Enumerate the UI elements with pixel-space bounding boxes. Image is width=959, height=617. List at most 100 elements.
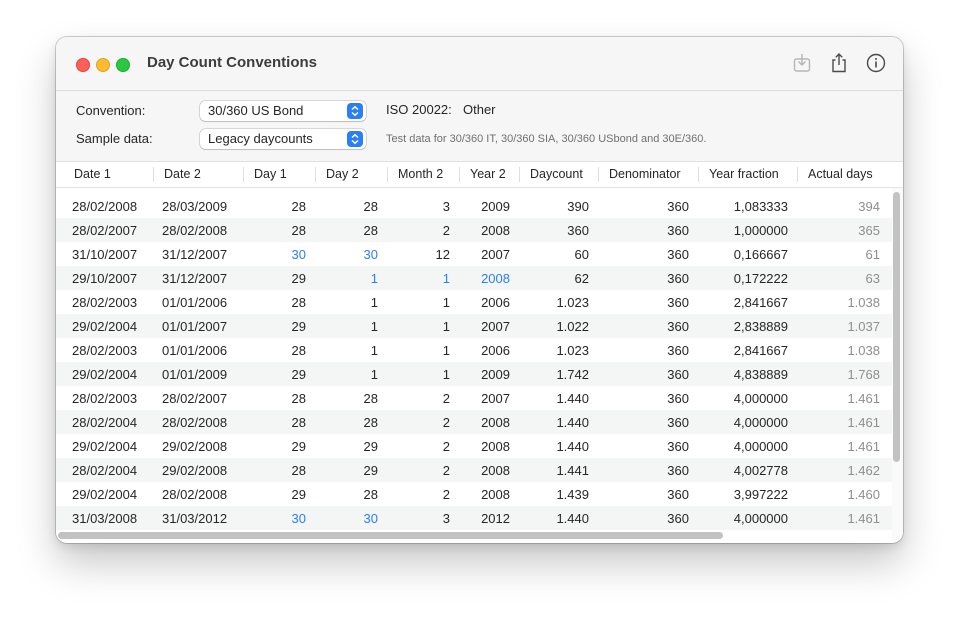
table-row[interactable]: 28/02/2004 29/02/2008 28 29 2 2008 1.441 360 4,0…: [56, 458, 892, 482]
cell-daycount: 60: [574, 247, 589, 262]
cell-month2: 1: [442, 295, 450, 310]
convention-popup[interactable]: 30/360 US Bond: [200, 101, 366, 121]
cell-month2: 1: [442, 271, 450, 286]
cell-day2: 28: [363, 391, 378, 406]
cell-denominator: 360: [667, 319, 689, 334]
column-header-yearfrac[interactable]: Year fraction: [709, 167, 779, 181]
cell-day1: 28: [291, 391, 306, 406]
cell-yearfrac: 4,000000: [733, 391, 788, 406]
column-divider[interactable]: [387, 167, 388, 182]
cell-year2: 2008: [481, 463, 510, 478]
column-header-daycount[interactable]: Daycount: [530, 167, 583, 181]
cell-day1: 28: [291, 415, 306, 430]
table-row[interactable]: 28/02/2003 01/01/2006 28 1 1 2006 1.023 360 2,84…: [56, 338, 892, 362]
close-button[interactable]: [76, 58, 90, 72]
cell-date1: 28/02/2007: [72, 223, 138, 238]
cell-date1: 28/02/2003: [72, 295, 138, 310]
column-header-day1[interactable]: Day 1: [254, 167, 287, 181]
cell-year2: 2008: [481, 271, 510, 286]
share-icon[interactable]: [827, 51, 851, 75]
cell-year2: 2007: [481, 391, 510, 406]
cell-day1: 29: [291, 271, 306, 286]
column-divider[interactable]: [797, 167, 798, 182]
cell-daycount: 390: [567, 199, 589, 214]
vertical-scrollbar[interactable]: [893, 192, 900, 462]
column-divider[interactable]: [598, 167, 599, 182]
cell-denominator: 360: [667, 415, 689, 430]
column-header-actual[interactable]: Actual days: [808, 167, 873, 181]
table-row[interactable]: 29/02/2004 29/02/2008 29 29 2 2008 1.440 360 4,0…: [56, 434, 892, 458]
window-title: Day Count Conventions: [147, 54, 318, 71]
cell-yearfrac: 3,997222: [733, 487, 788, 502]
cell-month2: 2: [442, 223, 450, 238]
table-row[interactable]: 29/02/2004 01/01/2009 29 1 1 2009 1.742 360 4,83…: [56, 362, 892, 386]
cell-day1: 28: [291, 199, 306, 214]
column-header-date2[interactable]: Date 2: [164, 167, 201, 181]
column-header-denominator[interactable]: Denominator: [609, 167, 681, 181]
cell-date2: 01/01/2006: [162, 343, 228, 358]
cell-yearfrac: 4,000000: [733, 415, 788, 430]
table-row[interactable]: 28/02/2003 01/01/2006 28 1 1 2006 1.023 360 2,84…: [56, 290, 892, 314]
cell-day2: 28: [363, 223, 378, 238]
cell-date1: 29/02/2004: [72, 367, 138, 382]
cell-actual: 1.461: [847, 439, 880, 454]
cell-day2: 1: [370, 271, 378, 286]
cell-day2: 30: [363, 247, 378, 262]
table-row[interactable]: 29/10/2007 31/12/2007 29 1 1 2008 62 360 0,17222…: [56, 266, 892, 290]
column-header-month2[interactable]: Month 2: [398, 167, 443, 181]
sample-data-value: Legacy daycounts: [208, 131, 313, 146]
cell-date2: 01/01/2009: [162, 367, 228, 382]
cell-day2: 28: [363, 199, 378, 214]
table-row[interactable]: 28/02/2008 28/03/2009 28 28 3 2009 390 360 1,083…: [56, 194, 892, 218]
table-row[interactable]: 31/10/2007 31/12/2007 30 30 12 2007 60 360 0,166…: [56, 242, 892, 266]
cell-day1: 29: [291, 319, 306, 334]
cell-yearfrac: 2,841667: [733, 295, 788, 310]
table-row[interactable]: 29/02/2004 28/02/2008 29 28 2 2008 1.439 360 3,9…: [56, 482, 892, 506]
info-icon[interactable]: [864, 51, 888, 75]
controls-panel: Convention: 30/360 US Bond ISO 20022: Ot…: [56, 91, 903, 162]
table-row[interactable]: 31/03/2008 31/03/2012 30 30 3 2012 1.440 360 4,0…: [56, 506, 892, 530]
cell-date2: 31/12/2007: [162, 247, 228, 262]
cell-day1: 28: [291, 343, 306, 358]
column-header-day2[interactable]: Day 2: [326, 167, 359, 181]
cell-daycount: 1.022: [556, 319, 589, 334]
convention-label: Convention:: [76, 103, 146, 118]
cell-daycount: 1.439: [556, 487, 589, 502]
cell-year2: 2012: [481, 511, 510, 526]
column-header-date1[interactable]: Date 1: [74, 167, 111, 181]
column-divider[interactable]: [315, 167, 316, 182]
zoom-button[interactable]: [116, 58, 130, 72]
sample-data-hint: Test data for 30/360 IT, 30/360 SIA, 30/…: [386, 133, 707, 145]
column-header-year2[interactable]: Year 2: [470, 167, 506, 181]
table-row[interactable]: 29/02/2004 01/01/2007 29 1 1 2007 1.022 360 2,83…: [56, 314, 892, 338]
minimize-button[interactable]: [96, 58, 110, 72]
table-row[interactable]: 28/02/2003 28/02/2007 28 28 2 2007 1.440 360 4,0…: [56, 386, 892, 410]
cell-date2: 01/01/2007: [162, 319, 228, 334]
sample-data-popup[interactable]: Legacy daycounts: [200, 129, 366, 149]
cell-year2: 2009: [481, 199, 510, 214]
cell-year2: 2009: [481, 367, 510, 382]
column-divider[interactable]: [459, 167, 460, 182]
cell-yearfrac: 4,838889: [733, 367, 788, 382]
cell-denominator: 360: [667, 223, 689, 238]
cell-month2: 2: [442, 391, 450, 406]
sample-data-label: Sample data:: [76, 131, 153, 146]
table-row[interactable]: 28/02/2004 28/02/2008 28 28 2 2008 1.440 360 4,0…: [56, 410, 892, 434]
column-divider[interactable]: [153, 167, 154, 182]
horizontal-scrollbar[interactable]: [58, 532, 723, 539]
download-icon[interactable]: [790, 51, 814, 75]
cell-day1: 29: [291, 439, 306, 454]
cell-actual: 1.461: [847, 511, 880, 526]
cell-date2: 28/02/2008: [162, 223, 228, 238]
cell-day2: 30: [363, 511, 378, 526]
cell-day2: 29: [363, 463, 378, 478]
column-divider[interactable]: [519, 167, 520, 182]
cell-day1: 28: [291, 463, 306, 478]
cell-date1: 28/02/2008: [72, 199, 138, 214]
column-divider[interactable]: [243, 167, 244, 182]
cell-denominator: 360: [667, 271, 689, 286]
table-row[interactable]: 28/02/2007 28/02/2008 28 28 2 2008 360 360 1,000…: [56, 218, 892, 242]
cell-day2: 1: [370, 367, 378, 382]
cell-day2: 28: [363, 487, 378, 502]
column-divider[interactable]: [698, 167, 699, 182]
